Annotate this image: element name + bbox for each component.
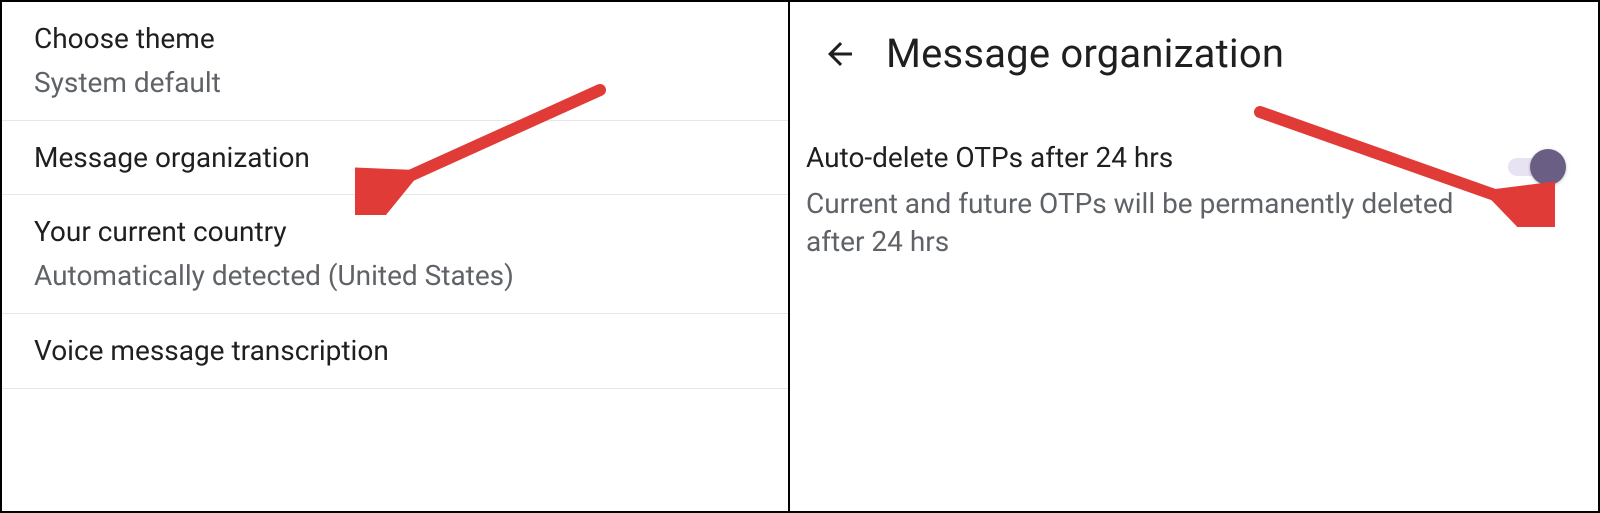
settings-left-pane: Choose theme System default Message orga… [2,2,790,511]
back-arrow-icon[interactable] [822,36,858,72]
settings-item-voice-transcription[interactable]: Voice message transcription [2,314,788,389]
settings-item-message-organization[interactable]: Message organization [2,121,788,196]
settings-item-title: Voice message transcription [34,332,756,370]
settings-item-subtitle: System default [34,64,756,102]
setting-title: Auto-delete OTPs after 24 hrs [806,139,1484,177]
settings-right-pane: Message organization Auto-delete OTPs af… [790,2,1598,511]
page-title: Message organization [886,30,1284,77]
setting-subtitle: Current and future OTPs will be permanen… [806,185,1484,261]
settings-item-country[interactable]: Your current country Automatically detec… [2,195,788,314]
setting-auto-delete-otp[interactable]: Auto-delete OTPs after 24 hrs Current an… [790,91,1598,280]
toggle-knob [1530,149,1566,185]
settings-item-subtitle: Automatically detected (United States) [34,257,756,295]
toggle-switch[interactable] [1508,149,1566,185]
page-header: Message organization [790,2,1598,91]
settings-item-theme[interactable]: Choose theme System default [2,2,788,121]
settings-item-title: Your current country [34,213,756,251]
settings-item-title: Message organization [34,139,756,177]
settings-item-title: Choose theme [34,20,756,58]
